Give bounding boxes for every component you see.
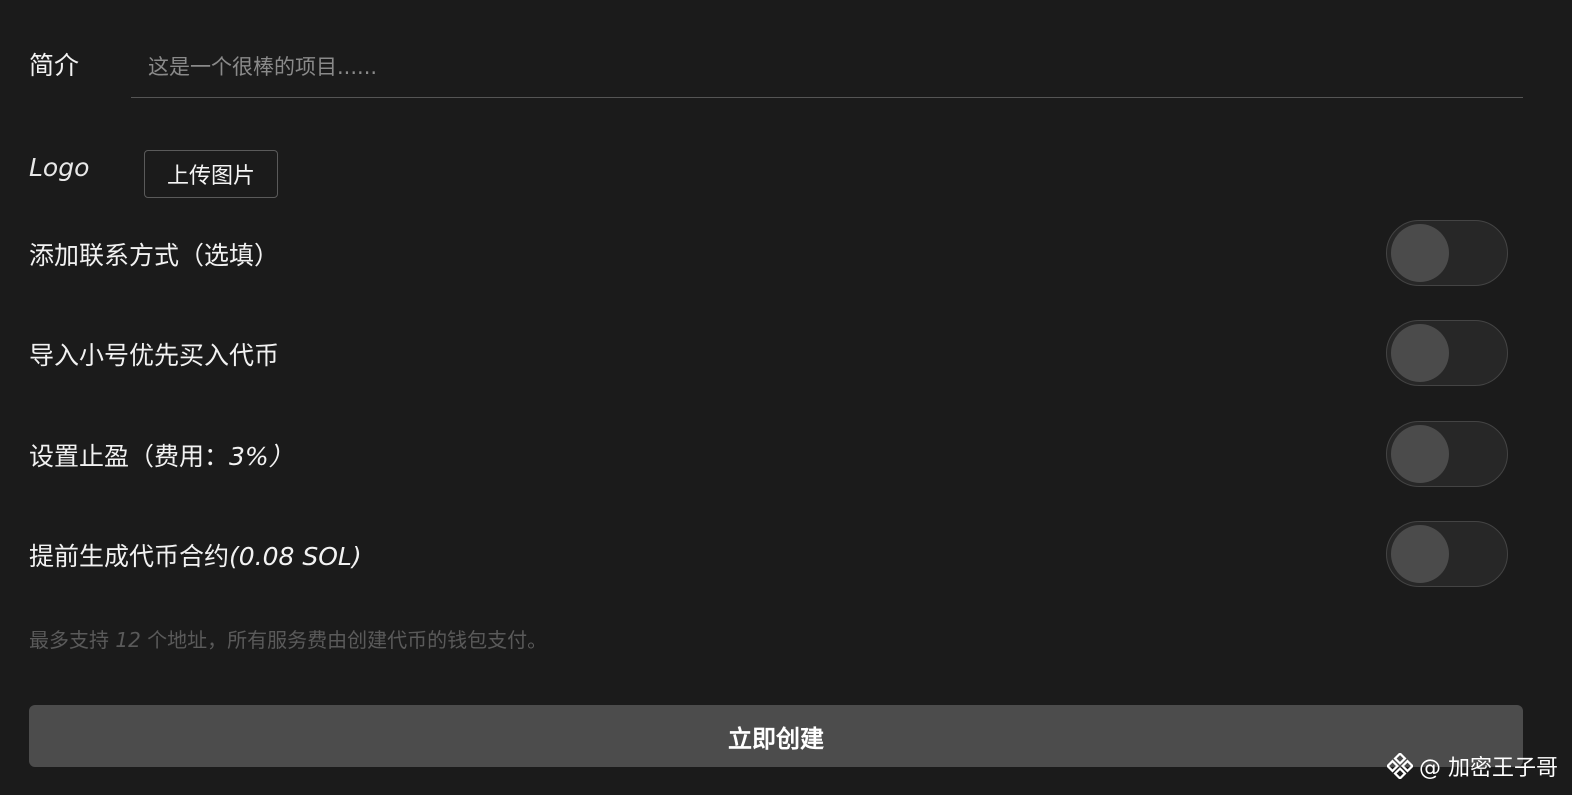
option-row-pregenerate-contract: 提前生成代币合约(0.08 SOL) (29, 521, 1508, 589)
toggle-knob (1391, 425, 1449, 483)
toggle-knob (1391, 324, 1449, 382)
option-row-take-profit: 设置止盈（费用：3%） (29, 421, 1508, 489)
binance-logo-icon (1387, 753, 1413, 779)
create-now-button[interactable]: 立即创建 (29, 705, 1523, 767)
option-label-contact: 添加联系方式（选填） (29, 241, 280, 270)
upload-image-button[interactable]: 上传图片 (144, 150, 278, 198)
description-input[interactable] (131, 36, 1523, 98)
toggle-contact[interactable] (1386, 220, 1508, 286)
toggle-knob (1391, 224, 1449, 282)
watermark: @ 加密王子哥 (1387, 750, 1558, 782)
description-label: 简介 (29, 51, 80, 80)
toggle-pregenerate-contract[interactable] (1386, 521, 1508, 587)
toggle-take-profit[interactable] (1386, 421, 1508, 487)
option-row-contact: 添加联系方式（选填） (29, 220, 1508, 288)
info-note: 最多支持 12 个地址，所有服务费由创建代币的钱包支付。 (29, 628, 548, 652)
option-row-sub-accounts: 导入小号优先买入代币 (29, 320, 1508, 388)
option-label-pregenerate-contract: 提前生成代币合约(0.08 SOL) (29, 542, 362, 571)
option-label-sub-accounts: 导入小号优先买入代币 (29, 341, 280, 370)
logo-label: Logo (29, 153, 90, 182)
toggle-knob (1391, 525, 1449, 583)
toggle-sub-accounts[interactable] (1386, 320, 1508, 386)
option-label-take-profit: 设置止盈（费用：3%） (29, 442, 294, 471)
watermark-text: @ 加密王子哥 (1419, 756, 1558, 781)
